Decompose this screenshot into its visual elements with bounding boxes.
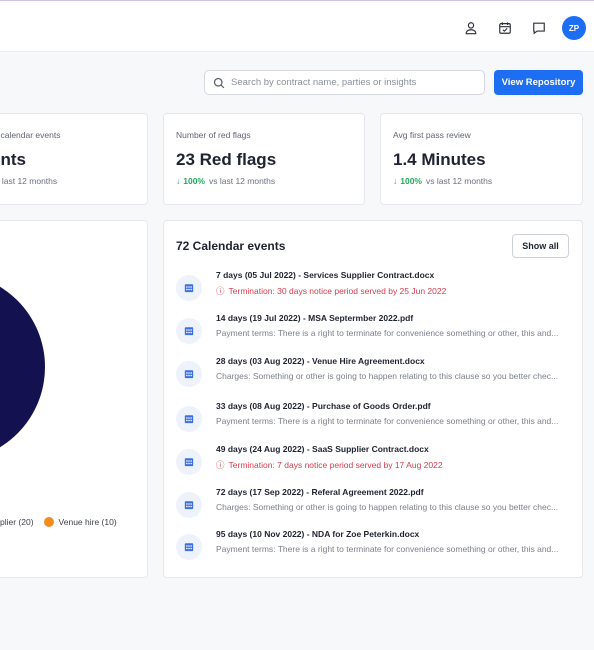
event-title: 33 days (08 Aug 2022) - Purchase of Good… [216, 401, 431, 411]
event-description: Charges: Something or other is going to … [216, 502, 559, 512]
calendar-icon [176, 492, 202, 518]
legend-dot-venue-hire [43, 517, 54, 527]
events-title: 72 Calendar events [176, 239, 286, 253]
stat-value: 1.4 Minutes [393, 150, 486, 169]
stat-card-first-pass-review: Avg first pass review 1.4 Minutes ↓ 100% v… [380, 113, 583, 205]
event-description-text: Termination: 30 days notice period serve… [228, 286, 447, 296]
calendar-icon [176, 318, 202, 344]
event-title: 72 days (17 Sep 2022) - Referal Agreemen… [216, 487, 424, 497]
stat-value: 23 Red flags [176, 150, 277, 169]
search-input[interactable] [231, 77, 471, 88]
calendar-icon [176, 406, 202, 432]
trend-percent: 100% [183, 176, 205, 186]
chart-legend: plier (20) Venue hire (10) [0, 515, 117, 529]
event-description: Payment terms: There is a right to termi… [216, 328, 559, 338]
event-item[interactable]: 95 days (10 Nov 2022) - NDA for Zoe Pete… [176, 529, 576, 563]
stat-card-red-flags: Number of red flags 23 Red flags ↓ 100% vs… [163, 113, 365, 205]
calendar-icon [176, 275, 202, 301]
stat-label: Number of red flags [176, 130, 251, 140]
event-item[interactable]: 33 days (08 Aug 2022) - Purchase of Good… [176, 401, 576, 435]
calendar-icon [176, 534, 202, 560]
event-description: ⓘ Termination: 30 days notice period serv… [216, 285, 571, 297]
stat-trend: vs last 12 months [0, 176, 58, 186]
calendar-events-card: 72 Calendar events Show all 7 days (05 J… [163, 220, 583, 578]
event-title: 49 days (24 Aug 2022) - SaaS Supplier Co… [216, 444, 429, 454]
event-description: ⓘ Termination: 7 days notice period serve… [216, 459, 571, 471]
alert-icon: ⓘ [216, 460, 225, 470]
top-icons: ZP [448, 16, 586, 40]
search-icon [213, 77, 225, 88]
event-title: 14 days (19 Jul 2022) - MSA Septermber 2… [216, 313, 414, 323]
calendar-icon [176, 361, 202, 387]
view-repository-button[interactable]: View Repository [494, 70, 583, 95]
top-bar: ZP [0, 0, 594, 52]
legend-item-supplier: plier (20) [0, 517, 34, 527]
event-item[interactable]: 72 days (17 Sep 2022) - Referal Agreemen… [176, 487, 576, 521]
search-box[interactable] [204, 70, 485, 95]
event-description-text: Termination: 7 days notice period served… [228, 460, 443, 470]
trend-up-icon: ↓ [393, 176, 398, 186]
stat-label: of calendar events [0, 130, 61, 140]
event-description: Charges: Something or other is going to … [216, 371, 559, 381]
show-all-button[interactable]: Show all [512, 234, 569, 258]
calendar-icon [176, 449, 202, 475]
event-title: 95 days (10 Nov 2022) - NDA for Zoe Pete… [216, 529, 420, 539]
trend-text: vs last 12 months [426, 176, 493, 186]
trend-up-icon: ↓ [176, 176, 181, 186]
avatar[interactable]: ZP [562, 16, 586, 40]
event-item[interactable]: 14 days (19 Jul 2022) - MSA Septermber 2… [176, 313, 576, 347]
event-item[interactable]: 28 days (03 Aug 2022) - Venue Hire Agree… [176, 356, 576, 390]
pie-slice [0, 286, 45, 448]
stat-trend: ↓ 100% vs last 12 months [176, 176, 275, 186]
event-description: Payment terms: There is a right to termi… [216, 544, 559, 554]
event-description: Payment terms: There is a right to termi… [216, 416, 559, 426]
user-icon[interactable] [460, 17, 482, 39]
event-title: 7 days (05 Jul 2022) - Services Supplier… [216, 270, 435, 280]
trend-text: vs last 12 months [209, 176, 276, 186]
event-item[interactable]: 49 days (24 Aug 2022) - SaaS Supplier Co… [176, 444, 576, 478]
event-title: 28 days (03 Aug 2022) - Venue Hire Agree… [216, 356, 425, 366]
chat-icon[interactable] [528, 17, 550, 39]
event-item[interactable]: 7 days (05 Jul 2022) - Services Supplier… [176, 270, 576, 304]
stat-trend: ↓ 100% vs last 12 months [393, 176, 492, 186]
stat-card-calendar-events: of calendar events ents vs last 12 month… [0, 113, 148, 205]
trend-percent: 100% [400, 176, 422, 186]
legend-item-venue-hire: Venue hire (10) [58, 517, 117, 527]
stat-label: Avg first pass review [393, 130, 471, 140]
calendar-icon[interactable] [494, 17, 516, 39]
stat-value: ents [0, 150, 26, 169]
alert-icon: ⓘ [216, 286, 225, 296]
